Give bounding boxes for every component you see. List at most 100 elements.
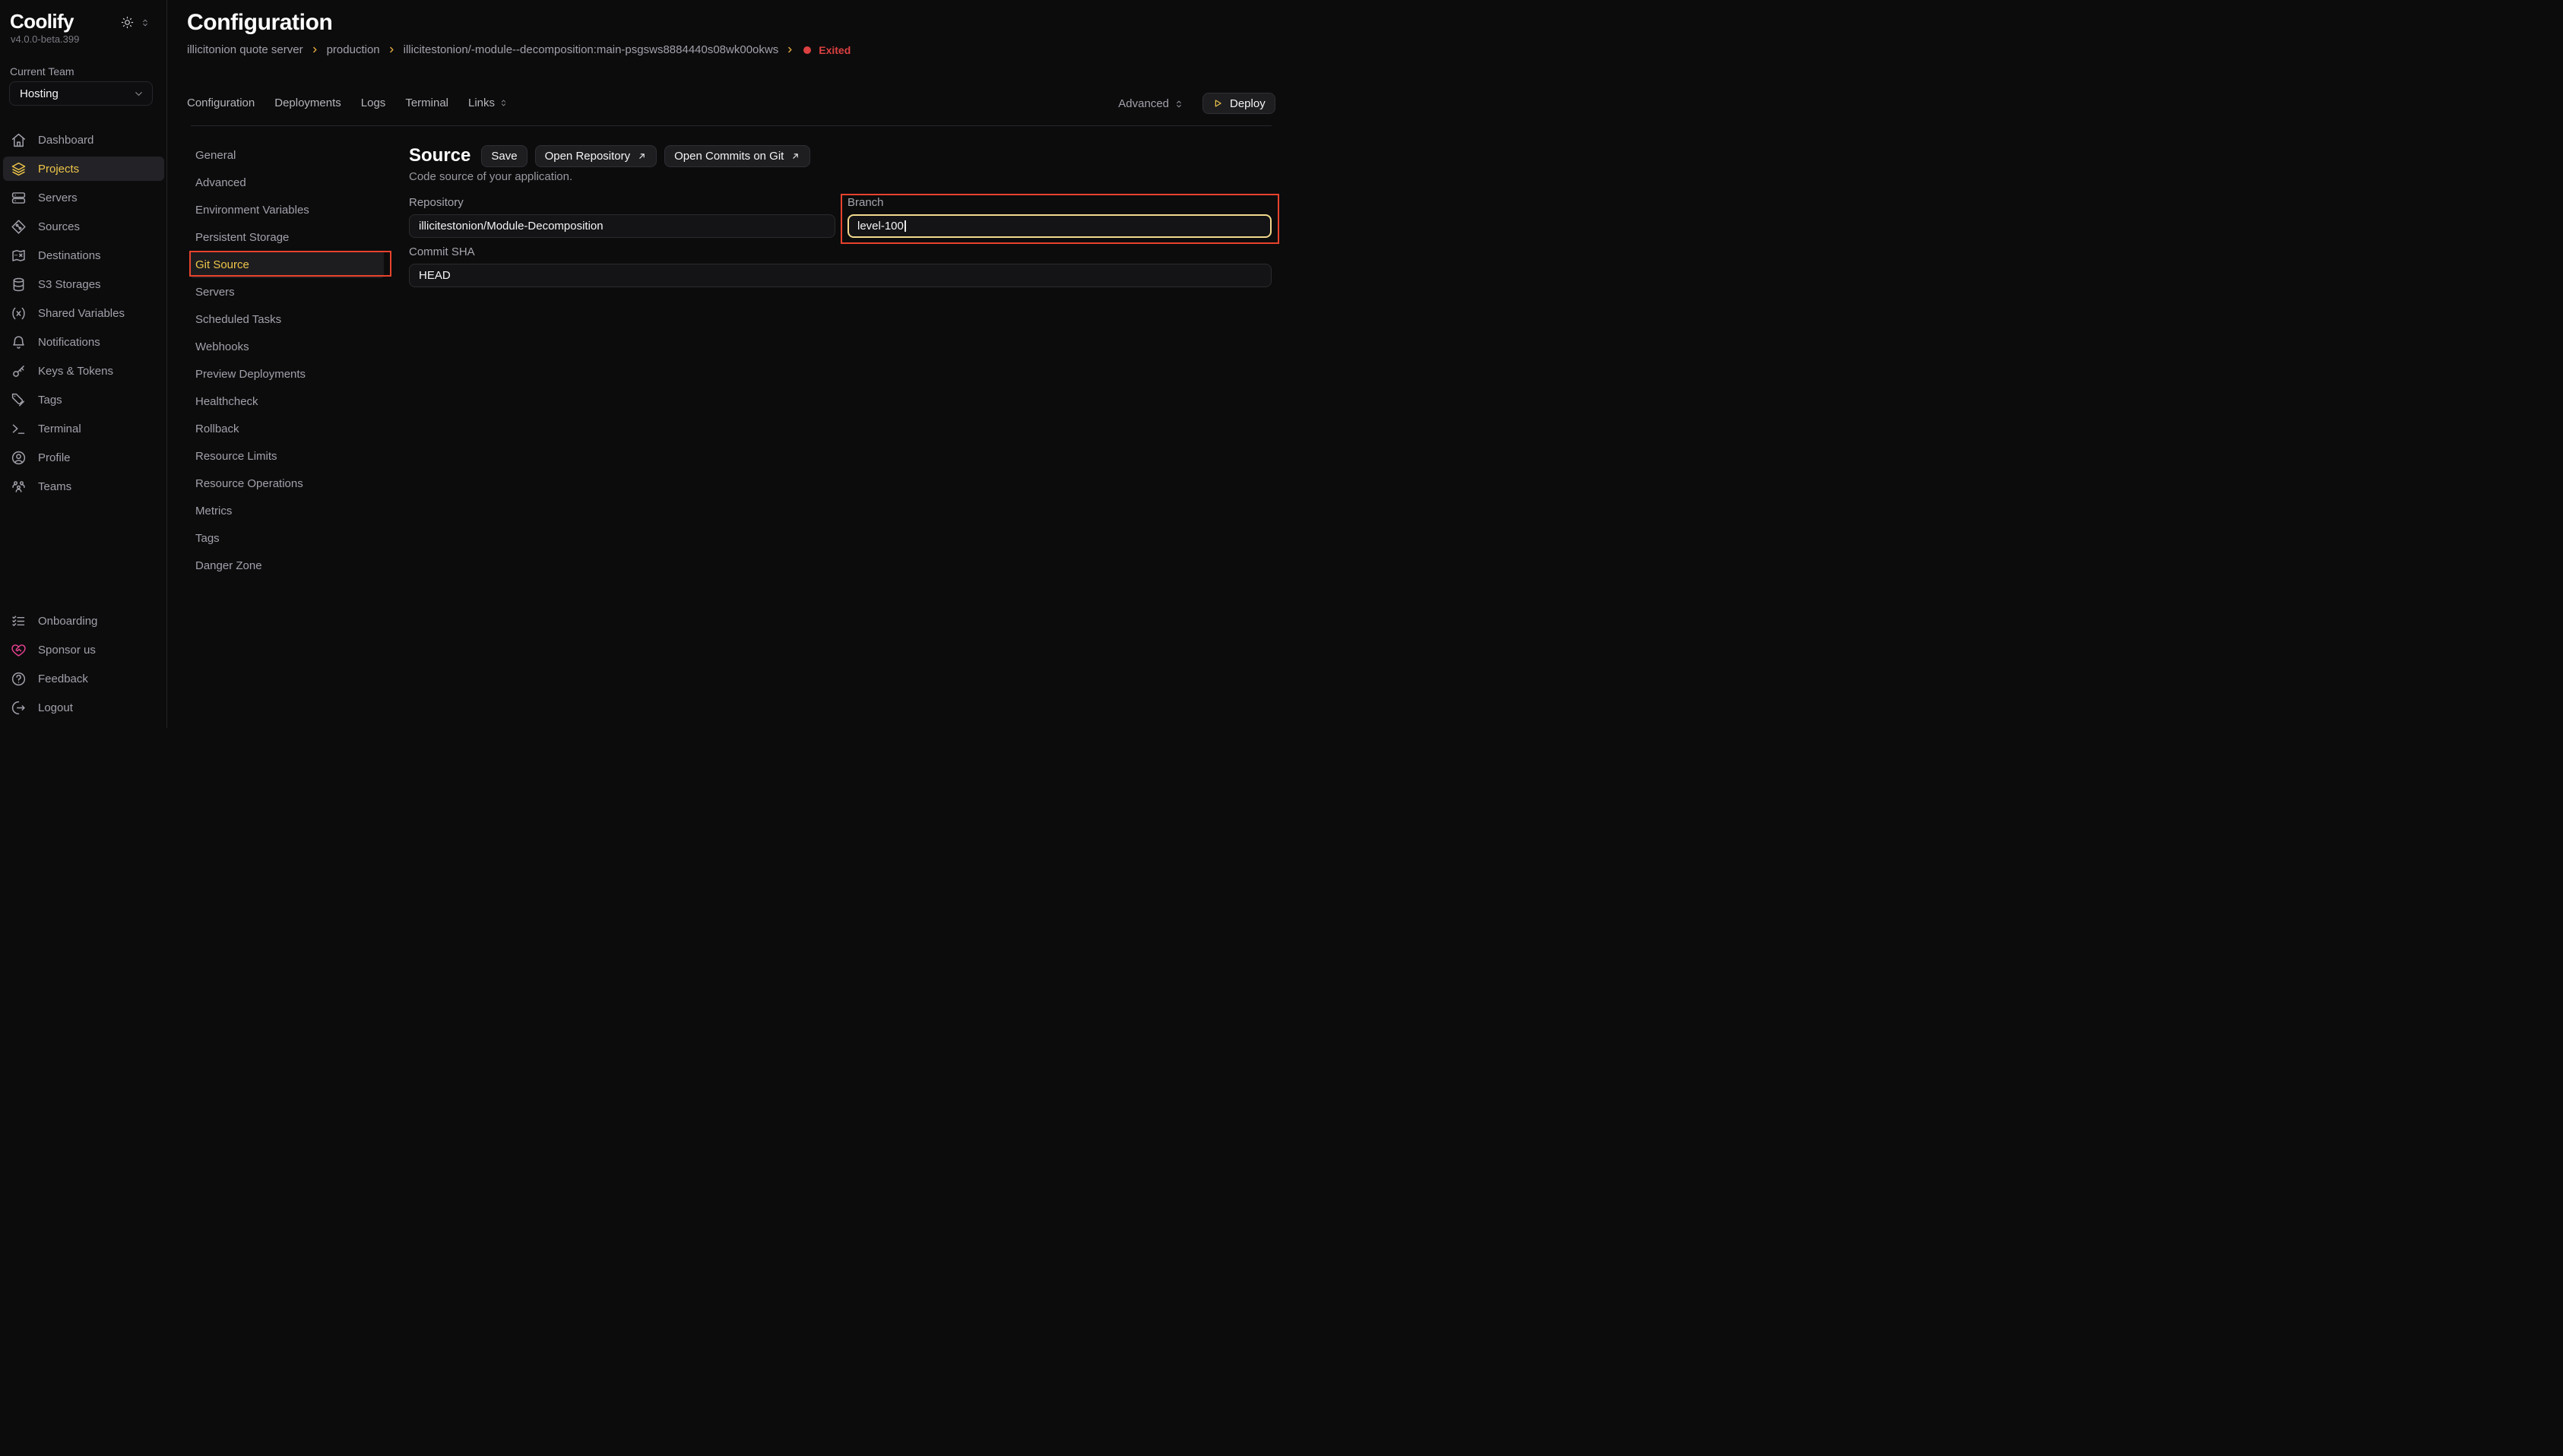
tab-configuration[interactable]: Configuration (187, 97, 255, 109)
server-icon (11, 190, 27, 206)
sidebar-item-keys-tokens[interactable]: Keys & Tokens (3, 359, 164, 383)
sidebar-item-shared-variables[interactable]: Shared Variables (3, 301, 164, 325)
save-label: Save (491, 150, 517, 163)
sidebar-item-servers[interactable]: Servers (3, 185, 164, 210)
commit-sha-label: Commit SHA (409, 245, 1272, 259)
sidebar-item-label: Shared Variables (38, 307, 125, 320)
subnav-item-environment-variables[interactable]: Environment Variables (191, 196, 384, 223)
sidebar-item-label: Feedback (38, 673, 88, 685)
subnav-item-git-source[interactable]: Git Source (191, 251, 384, 278)
deploy-button[interactable]: Deploy (1202, 93, 1275, 114)
team-select[interactable]: Hosting (9, 81, 153, 106)
page-title: Configuration (187, 10, 332, 36)
layers-icon (11, 161, 27, 177)
checklist-icon (11, 613, 27, 629)
chevron-right-icon (310, 45, 320, 55)
sidebar-item-projects[interactable]: Projects (3, 157, 164, 181)
chevron-right-icon (387, 45, 397, 55)
tab-label: Configuration (187, 97, 255, 109)
logout-icon (11, 700, 27, 716)
theme-switcher-chevrons-icon[interactable] (140, 17, 150, 28)
subnav-item-resource-limits[interactable]: Resource Limits (191, 442, 384, 470)
app-logo[interactable]: Coolify (10, 10, 74, 33)
subnav-item-scheduled-tasks[interactable]: Scheduled Tasks (191, 305, 384, 333)
commit-sha-value: HEAD (419, 269, 451, 282)
subnav-item-servers[interactable]: Servers (191, 278, 384, 305)
repository-input[interactable]: illicitestonion/Module-Decomposition (409, 214, 835, 238)
subnav-item-healthcheck[interactable]: Healthcheck (191, 388, 384, 415)
home-icon (11, 132, 27, 148)
save-button[interactable]: Save (481, 145, 527, 167)
sidebar-item-label: Sources (38, 220, 80, 233)
branch-input[interactable]: level-100 (847, 214, 1272, 238)
sidebar-item-teams[interactable]: Teams (3, 474, 164, 499)
chevrons-up-down-icon (499, 98, 508, 108)
theme-sun-icon[interactable] (121, 16, 134, 29)
branch-value: level-100 (857, 220, 904, 233)
breadcrumb-item[interactable]: production (327, 43, 380, 56)
advanced-label: Advanced (1118, 97, 1169, 110)
play-icon (1212, 98, 1223, 109)
main-content: Configuration illicitonion quote server p… (167, 0, 1282, 728)
sidebar-item-tags[interactable]: Tags (3, 388, 164, 412)
sidebar-item-label: Destinations (38, 249, 101, 262)
settings-subnav: GeneralAdvancedEnvironment VariablesPers… (191, 141, 384, 579)
sidebar-item-logout[interactable]: Logout (3, 695, 164, 720)
subnav-item-general[interactable]: General (191, 141, 384, 169)
sidebar-item-label: Teams (38, 480, 71, 493)
subnav-item-advanced[interactable]: Advanced (191, 169, 384, 196)
subnav-item-preview-deployments[interactable]: Preview Deployments (191, 360, 384, 388)
key-icon (11, 363, 27, 379)
breadcrumb-item[interactable]: illicitonion quote server (187, 43, 303, 56)
subnav-item-danger-zone[interactable]: Danger Zone (191, 552, 384, 579)
sidebar-item-notifications[interactable]: Notifications (3, 330, 164, 354)
sidebar-item-s3-storages[interactable]: S3 Storages (3, 272, 164, 296)
repository-label: Repository (409, 196, 835, 210)
subnav-item-rollback[interactable]: Rollback (191, 415, 384, 442)
sidebar-item-sources[interactable]: Sources (3, 214, 164, 239)
subnav-item-tags[interactable]: Tags (191, 524, 384, 552)
commit-sha-input[interactable]: HEAD (409, 264, 1272, 287)
tab-terminal[interactable]: Terminal (405, 97, 448, 109)
map-icon (11, 248, 27, 264)
breadcrumb-item[interactable]: illicitestonion/-module--decomposition:m… (404, 43, 779, 56)
tab-logs[interactable]: Logs (361, 97, 386, 109)
sidebar-item-dashboard[interactable]: Dashboard (3, 128, 164, 152)
open-repository-label: Open Repository (545, 150, 631, 163)
chevron-right-icon (785, 45, 795, 55)
sidebar-item-feedback[interactable]: Feedback (3, 666, 164, 691)
sidebar-item-terminal[interactable]: Terminal (3, 416, 164, 441)
tab-label: Logs (361, 97, 386, 109)
sidebar-item-onboarding[interactable]: Onboarding (3, 609, 164, 633)
open-commits-button[interactable]: Open Commits on Git (664, 145, 810, 167)
status-dot-icon (803, 46, 811, 54)
tab-links[interactable]: Links (468, 97, 508, 109)
sidebar-item-label: Keys & Tokens (38, 365, 113, 378)
sidebar-item-destinations[interactable]: Destinations (3, 243, 164, 267)
sidebar-item-label: Servers (38, 191, 78, 204)
tags-icon (11, 392, 27, 408)
header-divider (191, 125, 1272, 126)
deploy-label: Deploy (1230, 97, 1266, 110)
subnav-item-metrics[interactable]: Metrics (191, 497, 384, 524)
chevrons-up-down-icon (1174, 99, 1184, 109)
subnav-item-webhooks[interactable]: Webhooks (191, 333, 384, 360)
advanced-dropdown[interactable]: Advanced (1118, 97, 1184, 110)
sidebar-item-label: Onboarding (38, 615, 97, 628)
database-icon (11, 277, 27, 293)
subnav-item-persistent-storage[interactable]: Persistent Storage (191, 223, 384, 251)
sidebar-item-label: Terminal (38, 423, 81, 435)
tab-deployments[interactable]: Deployments (274, 97, 341, 109)
open-repository-button[interactable]: Open Repository (535, 145, 657, 167)
sidebar-bottom-nav: Onboarding Sponsor us Feedback Logout (0, 609, 167, 720)
subnav-item-resource-operations[interactable]: Resource Operations (191, 470, 384, 497)
current-team-label: Current Team (10, 65, 74, 78)
sidebar-item-label: S3 Storages (38, 278, 101, 291)
sidebar-item-profile[interactable]: Profile (3, 445, 164, 470)
breadcrumb: illicitonion quote server production illic… (187, 43, 851, 56)
sidebar-item-sponsor-us[interactable]: Sponsor us (3, 638, 164, 662)
users-icon (11, 479, 27, 495)
team-select-value: Hosting (20, 87, 133, 100)
branch-label: Branch (847, 196, 1272, 210)
sidebar-item-label: Projects (38, 163, 79, 176)
